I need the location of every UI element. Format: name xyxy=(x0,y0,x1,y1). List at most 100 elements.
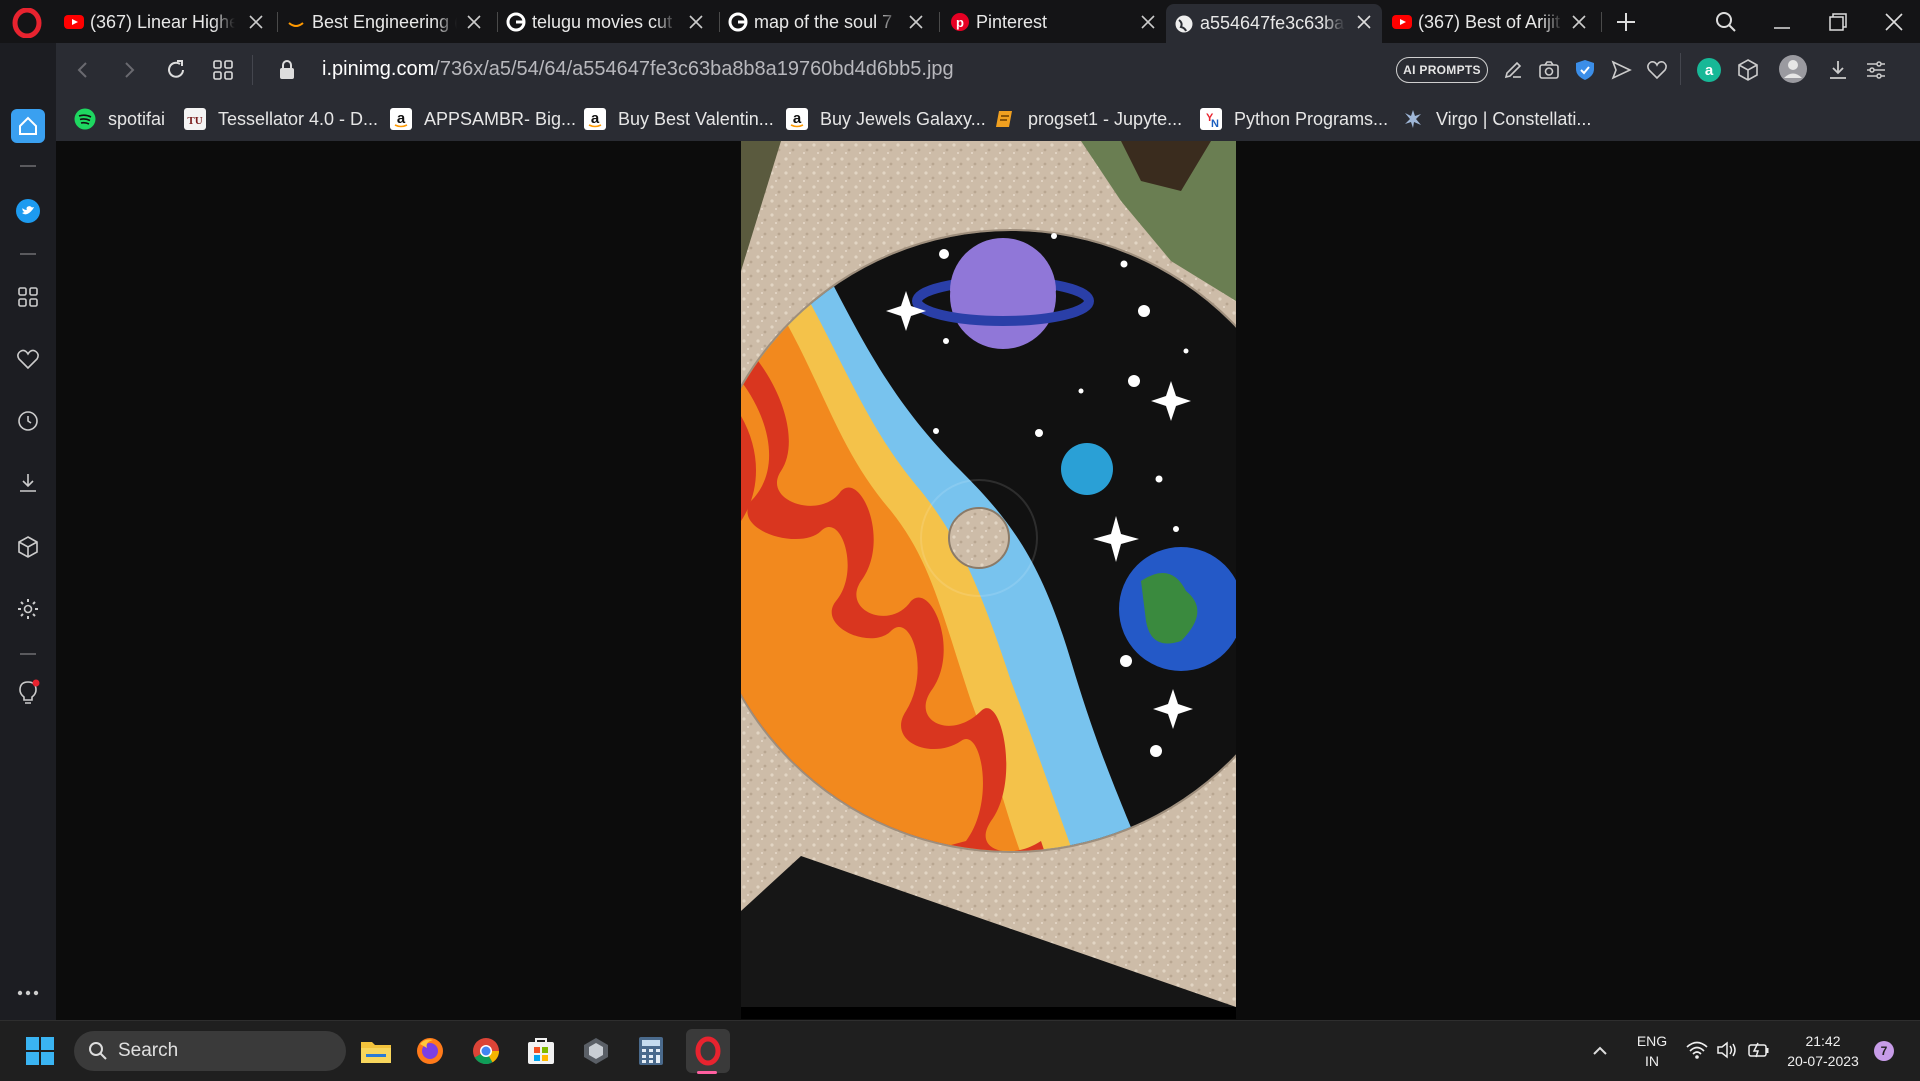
svg-text:a: a xyxy=(591,110,600,127)
show-hidden-icons-chevron-icon[interactable] xyxy=(1590,1041,1610,1061)
edit-pencil-icon[interactable] xyxy=(1502,59,1524,81)
tab-bar: (367) Linear Highe Best Engineering ( te… xyxy=(0,0,1920,43)
tab-linear-highe[interactable]: (367) Linear Highe xyxy=(64,4,274,40)
tab-snapshot-grid-icon[interactable] xyxy=(212,59,234,81)
bookmark-label: Buy Best Valentin... xyxy=(618,108,774,129)
back-icon[interactable] xyxy=(72,59,94,81)
heart-icon[interactable] xyxy=(1646,59,1668,81)
tab-title: Best Engineering ( xyxy=(312,11,457,32)
tab-title: a554647fe3c63ba8 xyxy=(1200,13,1345,33)
active-app-indicator xyxy=(697,1071,717,1074)
download-icon[interactable] xyxy=(1826,58,1850,82)
tu-logo-icon: TU xyxy=(184,108,206,130)
painted-cd-image[interactable] xyxy=(741,141,1236,1007)
close-tab-icon[interactable] xyxy=(906,12,926,32)
bookmark-virgo[interactable]: Virgo | Constellati... xyxy=(1402,106,1591,132)
opera-logo-icon[interactable] xyxy=(12,8,42,38)
extensions-cube-icon[interactable] xyxy=(14,533,42,561)
firefox-icon[interactable] xyxy=(410,1031,450,1071)
globe-icon xyxy=(1174,14,1194,34)
search-tabs-icon[interactable] xyxy=(1714,10,1738,34)
bookmark-jewels-galaxy[interactable]: a Buy Jewels Galaxy... xyxy=(786,106,986,132)
address-toolbar: i.pinimg.com/736x/a5/54/64/a554647fe3c63… xyxy=(56,43,1920,98)
search-icon xyxy=(88,1041,108,1061)
close-tab-icon[interactable] xyxy=(1138,12,1158,32)
battery-icon[interactable] xyxy=(1746,1040,1770,1060)
shield-check-icon[interactable] xyxy=(1574,58,1596,82)
more-options-icon[interactable] xyxy=(14,979,42,1007)
minimize-icon[interactable] xyxy=(1770,10,1794,34)
taskbar-search-box[interactable]: Search xyxy=(74,1031,346,1071)
close-tab-icon[interactable] xyxy=(246,12,266,32)
bookmark-label: Python Programs... xyxy=(1234,108,1389,129)
amazon-icon: a xyxy=(390,108,412,130)
search-placeholder: Search xyxy=(118,1040,179,1061)
amazon-smile-icon xyxy=(286,12,306,32)
windows-start-icon[interactable] xyxy=(20,1031,60,1071)
file-explorer-icon[interactable] xyxy=(356,1031,396,1071)
close-window-icon[interactable] xyxy=(1882,10,1906,34)
volume-icon[interactable] xyxy=(1716,1040,1738,1060)
notification-badge[interactable]: 7 xyxy=(1874,1041,1894,1061)
svg-text:N: N xyxy=(1211,118,1219,130)
wifi-icon[interactable] xyxy=(1686,1040,1708,1060)
extensions-cube-icon[interactable] xyxy=(1736,58,1760,82)
clock-time: 21:42 xyxy=(1805,1033,1841,1049)
chrome-icon[interactable] xyxy=(466,1031,506,1071)
svg-text:a: a xyxy=(793,110,802,127)
bookmark-tessellator[interactable]: TU Tessellator 4.0 - D... xyxy=(184,106,378,132)
microsoft-store-icon[interactable] xyxy=(521,1031,561,1071)
twitter-icon[interactable] xyxy=(14,197,42,225)
clock[interactable]: 21:42 20-07-2023 xyxy=(1780,1031,1866,1071)
snapshot-camera-icon[interactable] xyxy=(1538,59,1560,81)
tab-best-engineering[interactable]: Best Engineering ( xyxy=(286,4,492,40)
google-icon xyxy=(506,12,526,32)
language-indicator[interactable]: ENG IN xyxy=(1632,1031,1672,1071)
bookmark-spotifai[interactable]: spotifai xyxy=(74,106,165,132)
bookmark-python-programs[interactable]: YN Python Programs... xyxy=(1200,106,1388,132)
amazon-icon: a xyxy=(584,108,606,130)
heart-bookmarks-icon[interactable] xyxy=(14,345,42,373)
close-tab-icon[interactable] xyxy=(1569,12,1589,32)
tab-map-of-the-soul[interactable]: map of the soul 7 xyxy=(728,4,934,40)
bookmark-label: APPSAMBR- Big... xyxy=(424,108,577,129)
downloads-icon[interactable] xyxy=(14,469,42,497)
url-field[interactable]: i.pinimg.com/736x/a5/54/64/a554647fe3c63… xyxy=(322,58,954,81)
tips-lightbulb-icon[interactable] xyxy=(14,679,42,707)
settings-gear-icon[interactable] xyxy=(14,595,42,623)
tab-telugu-movies[interactable]: telugu movies cut xyxy=(506,4,714,40)
bookmark-progset1[interactable]: progset1 - Jupyte... xyxy=(994,106,1182,132)
svg-text:TU: TU xyxy=(187,115,202,127)
opera-taskbar-icon[interactable] xyxy=(686,1029,730,1073)
reload-icon[interactable] xyxy=(164,58,188,82)
tab-best-of-arijit[interactable]: (367) Best of Arijit xyxy=(1392,4,1597,40)
home-icon[interactable] xyxy=(11,109,45,143)
close-tab-icon[interactable] xyxy=(464,12,484,32)
youtube-icon xyxy=(64,12,84,32)
url-path: /736x/a5/54/64/a554647fe3c63ba8b8a19760b… xyxy=(434,58,954,80)
restore-icon[interactable] xyxy=(1826,10,1850,34)
send-arrow-icon[interactable] xyxy=(1610,59,1632,81)
tab-title: (367) Best of Arijit xyxy=(1418,11,1561,32)
close-tab-icon[interactable] xyxy=(1354,12,1374,32)
ai-prompts-button[interactable]: AI PROMPTS xyxy=(1396,57,1488,83)
image-viewer xyxy=(56,141,1920,1020)
app-hexagon-icon[interactable] xyxy=(576,1031,616,1071)
profile-avatar-icon[interactable] xyxy=(1778,54,1808,84)
easy-setup-sliders-icon[interactable] xyxy=(1864,58,1888,82)
forward-icon[interactable] xyxy=(118,59,140,81)
calculator-icon[interactable] xyxy=(631,1031,671,1071)
tab-title: Pinterest xyxy=(976,11,1048,32)
speed-dial-grid-icon[interactable] xyxy=(14,283,42,311)
close-tab-icon[interactable] xyxy=(686,12,706,32)
tab-a554647fe3c63ba8[interactable]: a554647fe3c63ba8 xyxy=(1166,4,1382,43)
bookmark-label: spotifai xyxy=(108,108,166,129)
sidebar xyxy=(0,43,56,1020)
aria-ai-icon[interactable]: a xyxy=(1696,57,1722,83)
bookmark-appsambr[interactable]: a APPSAMBR- Big... xyxy=(390,106,576,132)
bookmark-valentine[interactable]: a Buy Best Valentin... xyxy=(584,106,774,132)
new-tab-plus-icon[interactable] xyxy=(1614,10,1638,34)
tab-pinterest[interactable]: p Pinterest xyxy=(950,4,1160,40)
lock-icon[interactable] xyxy=(278,59,296,81)
history-clock-icon[interactable] xyxy=(14,407,42,435)
